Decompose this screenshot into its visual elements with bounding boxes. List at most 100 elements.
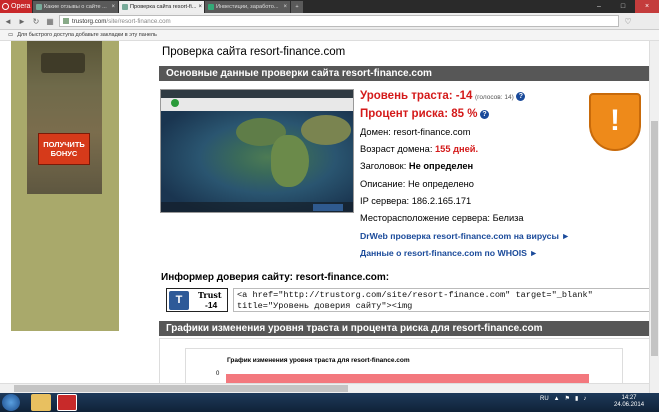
site-screenshot[interactable] xyxy=(160,89,354,213)
tab-reviews[interactable]: Какие отзывы о сайте ... × xyxy=(33,1,118,13)
tab-investments[interactable]: Инвестиции, заработо... × xyxy=(205,1,290,13)
help-icon[interactable]: ? xyxy=(480,110,490,120)
domain-age-value: 155 дней. xyxy=(435,144,479,154)
location-label: Месторасположение сервера: xyxy=(360,213,490,223)
trust-votes: (голосов: 14) xyxy=(475,94,514,101)
domain-row: Домен: resort-finance.com xyxy=(360,127,470,137)
location-row: Месторасположение сервера: Белиза xyxy=(360,213,524,223)
window-controls: – □ × xyxy=(587,0,659,13)
site-favicon-icon xyxy=(208,4,214,10)
bookmarks-hint: Для быстрого доступа добавьте закладки в… xyxy=(17,32,157,38)
tank-image xyxy=(41,53,85,73)
address-bar-row: ◄ ► ↻ ▦ trustorg.com/site/resort-finance… xyxy=(0,13,659,30)
bookmark-heart-icon[interactable]: ♡ xyxy=(623,17,633,26)
tray-arrow-icon[interactable]: ▲ xyxy=(554,396,560,402)
url-input[interactable]: trustorg.com/site/resort-finance.com xyxy=(59,15,619,27)
screenshot-button xyxy=(313,204,343,211)
embed-code-textarea[interactable]: <a href="http://trustorg.com/site/resort… xyxy=(233,288,651,312)
warning-shield-icon: ! xyxy=(589,93,641,151)
minimize-icon[interactable]: – xyxy=(587,0,611,13)
chart-axis-tick: 0 xyxy=(216,371,220,377)
section-header-charts: Графики изменения уровня траста и процен… xyxy=(159,321,653,336)
screenshot-topbar xyxy=(161,90,353,98)
ip-label: IP сервера: xyxy=(360,196,410,206)
badge-trust-label: Trust xyxy=(198,290,222,300)
tab-label: Инвестиции, заработо... xyxy=(216,4,279,10)
trust-level: Уровень траста: -14 (голосов: 14) ? xyxy=(360,90,526,102)
close-tab-icon[interactable]: × xyxy=(111,4,115,10)
domain-age-label: Возраст домена: xyxy=(360,144,433,154)
domain-value: resort-finance.com xyxy=(393,127,471,137)
site-info-icon[interactable] xyxy=(63,18,69,24)
header-label: Заголовок: xyxy=(360,161,407,171)
back-arrow-icon[interactable]: ◄ xyxy=(3,17,13,26)
url-host: trustorg.com xyxy=(72,17,107,25)
domain-age-row: Возраст домена: 155 дней. xyxy=(360,144,478,154)
header-row: Заголовок: Не определен xyxy=(360,161,473,171)
whois-link[interactable]: Данные о resort-finance.com по WHOIS ► xyxy=(360,248,538,258)
domain-label: Домен: xyxy=(360,127,391,137)
embed-code-line: <a href="http://trustorg.com/site/resort… xyxy=(237,290,593,300)
tab-resort-finance-check[interactable]: Проверка сайта resort-fi... × xyxy=(119,1,204,13)
ip-row: IP сервера: 186.2.165.171 xyxy=(360,196,471,206)
description-row: Описание: Не определено xyxy=(360,179,474,189)
close-tab-icon[interactable]: × xyxy=(198,4,202,10)
tab-label: Какие отзывы о сайте ... xyxy=(44,4,107,10)
badge-trust-value: -14 xyxy=(205,300,218,310)
site-favicon-icon xyxy=(122,4,128,10)
opera-menu-button[interactable]: Opera xyxy=(0,0,32,13)
opera-logo-icon xyxy=(2,3,9,10)
trust-badge[interactable]: T Trust -14 xyxy=(166,288,228,312)
bookmarks-bar: ▭ Для быстрого доступа добавьте закладки… xyxy=(0,30,659,41)
grid-speed-dial-icon[interactable]: ▦ xyxy=(45,17,55,26)
flag-icon[interactable]: ⚑ xyxy=(565,395,570,402)
embed-code-line: title="Уровень доверия сайту"><img xyxy=(237,301,413,311)
tab-label: Проверка сайта resort-fi... xyxy=(130,4,197,10)
risk-percent: Процент риска: 85 % ? xyxy=(360,108,490,120)
page-title: Проверка сайта resort-finance.com xyxy=(162,46,346,58)
opera-menu-label: Opera xyxy=(11,3,31,10)
opera-taskbar-icon[interactable] xyxy=(57,394,77,411)
system-tray: RU ▲ ⚑ ▮ ♪ xyxy=(540,395,586,403)
url-path: /site/resort-finance.com xyxy=(106,17,171,25)
new-tab-button[interactable]: + xyxy=(291,1,303,13)
section-header-main: Основные данные проверки сайта resort-fi… xyxy=(159,66,653,81)
reload-icon[interactable]: ↻ xyxy=(31,17,41,26)
language-indicator[interactable]: RU xyxy=(540,396,549,402)
vertical-scrollbar[interactable] xyxy=(649,41,659,394)
description-label: Описание: xyxy=(360,179,406,189)
clock[interactable]: 14:27 24.06.2014 xyxy=(614,395,644,409)
clock-date: 24.06.2014 xyxy=(614,402,645,408)
screenshot-logo-icon xyxy=(171,99,179,107)
close-tab-icon[interactable]: × xyxy=(283,4,287,10)
help-icon[interactable]: ? xyxy=(516,92,526,102)
trust-level-label: Уровень траста: -14 xyxy=(360,90,473,102)
drweb-link[interactable]: DrWeb проверка resort-finance.com на вир… xyxy=(360,231,570,241)
taskbar: RU ▲ ⚑ ▮ ♪ 14:27 24.06.2014 xyxy=(0,393,659,412)
ad-banner[interactable]: ПОЛУЧИТЬ БОНУС xyxy=(27,41,102,194)
scroll-thumb[interactable] xyxy=(14,385,348,392)
screenshot-nav xyxy=(161,98,353,111)
scroll-thumb[interactable] xyxy=(651,121,658,356)
map-land xyxy=(271,135,309,187)
bookmark-icon: ▭ xyxy=(8,32,14,38)
informer-title: Информер доверия сайту: resort-finance.c… xyxy=(161,272,390,283)
trust-logo-icon: T xyxy=(169,291,189,310)
description-value: Не определено xyxy=(407,179,474,189)
chart-title: График изменения уровня траста для resor… xyxy=(227,357,410,364)
risk-percent-label: Процент риска: 85 % xyxy=(360,108,478,120)
start-button-icon[interactable] xyxy=(2,394,20,411)
tab-bar: Opera Какие отзывы о сайте ... × Проверк… xyxy=(0,0,659,13)
header-value: Не определен xyxy=(408,161,474,171)
horizontal-scrollbar[interactable] xyxy=(0,383,649,393)
volume-icon[interactable]: ♪ xyxy=(583,396,586,402)
clock-time: 14:27 xyxy=(621,395,637,401)
network-icon[interactable]: ▮ xyxy=(575,395,578,402)
get-bonus-button[interactable]: ПОЛУЧИТЬ БОНУС xyxy=(38,133,90,165)
forward-arrow-icon[interactable]: ► xyxy=(17,17,27,26)
maximize-icon[interactable]: □ xyxy=(611,0,635,13)
ip-value: 186.2.165.171 xyxy=(411,196,472,206)
location-value: Белиза xyxy=(492,213,524,223)
close-window-icon[interactable]: × xyxy=(635,0,659,13)
explorer-folder-icon[interactable] xyxy=(31,394,51,411)
